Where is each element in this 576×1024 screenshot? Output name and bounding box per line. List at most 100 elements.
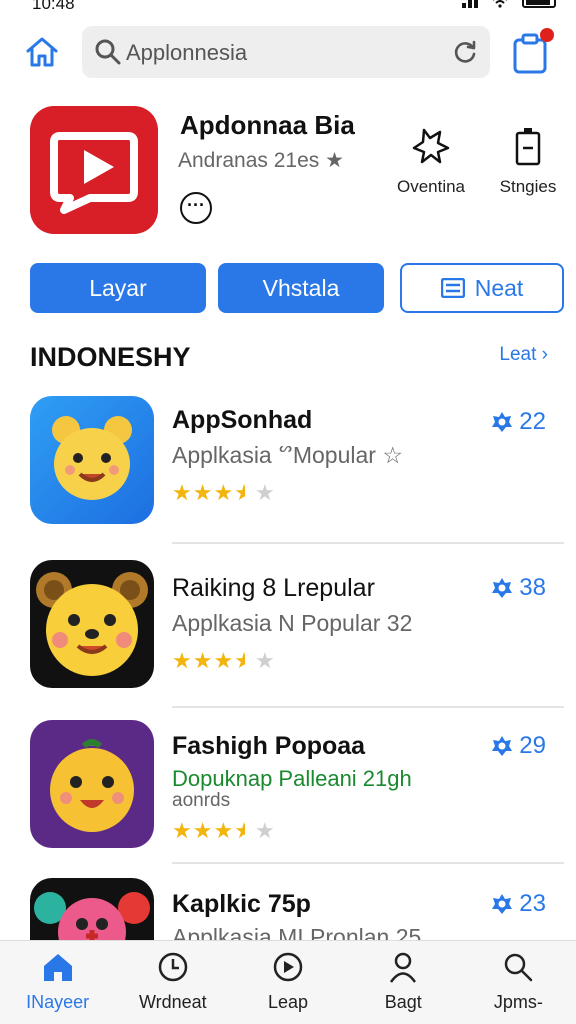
star-icon: ★	[172, 480, 192, 505]
featured-action-1[interactable]: Oventina	[386, 126, 476, 197]
star-icon: ★	[172, 818, 192, 843]
status-time: 10:48	[32, 0, 75, 13]
nav-tab-watch[interactable]: Wrdneat	[115, 941, 230, 1024]
nav-tab-label: Wrdneat	[138, 992, 207, 1012]
wifi-icon	[493, 0, 507, 8]
bear-icon[interactable]	[30, 396, 154, 524]
app-rating: 22	[491, 408, 546, 436]
featured-action-2-label: Stngies	[499, 177, 557, 196]
app-rating-value: 22	[519, 408, 546, 435]
list-item[interactable]: Raiking 8 Lrepular Applkasia N Popular 3…	[0, 560, 576, 710]
search-input[interactable]: Applonnesia	[82, 26, 490, 78]
top-bar: Applonnesia	[0, 26, 576, 78]
app-rating-value: 29	[519, 732, 546, 759]
star-icon: ★	[192, 648, 213, 673]
featured-app-subtitle: Andranas 21es ★	[178, 149, 344, 172]
clock-icon	[158, 952, 188, 982]
star-icon: ★	[192, 480, 213, 505]
app-extra: aonrds	[172, 790, 231, 811]
featured-app-title: Apdonnaa Bia	[180, 110, 355, 140]
nav-tab-leap[interactable]: Leap	[230, 941, 345, 1024]
status-icons	[462, 0, 556, 8]
neat-button[interactable]: Neat	[400, 263, 564, 313]
star-half-icon: ★	[234, 480, 254, 505]
featured-action-2[interactable]: Stngies	[490, 126, 566, 197]
app-name: AppSonhad	[172, 406, 313, 434]
star-half-icon: ★	[234, 818, 254, 843]
star-rating: ★ ★ ★ ★ ★	[172, 482, 275, 504]
neat-button-label: Neat	[474, 274, 524, 301]
star-rating: ★ ★ ★ ★ ★	[172, 650, 275, 672]
star-icon: ★	[254, 480, 275, 505]
bottom-nav: INayeer Wrdneat Leap Bagt Jpms-	[0, 940, 576, 1024]
star-icon: ★	[192, 818, 213, 843]
home-button[interactable]	[24, 34, 64, 74]
list-icon	[440, 278, 465, 298]
monster-icon[interactable]	[30, 878, 154, 940]
more-options-button[interactable]: ···	[180, 192, 212, 224]
nav-tab-label: Bagt	[384, 992, 422, 1012]
home-icon	[26, 37, 58, 67]
person-icon	[390, 952, 417, 983]
app-rating-value: 23	[519, 890, 546, 917]
star-icon: ★	[213, 818, 234, 843]
nav-tab-bag[interactable]: Bagt	[346, 941, 461, 1024]
play-icon	[50, 132, 138, 214]
star-icon: ★	[254, 648, 275, 673]
featured-action-1-label: Oventina	[396, 177, 466, 196]
nav-tab-search[interactable]: Jpms-	[461, 941, 576, 1024]
nav-tab-label: Jpms-	[493, 992, 543, 1012]
badge-icon	[492, 894, 513, 914]
app-description: Applkasia MI Pronlan 25	[172, 924, 422, 940]
downloads-button[interactable]	[512, 28, 554, 76]
home-icon	[43, 954, 72, 981]
nav-tab-label: INayeer	[26, 992, 90, 1012]
app-rating: 38	[491, 574, 546, 602]
app-name: Raiking 8 Lrepular	[172, 574, 375, 602]
status-bar: 10:48	[0, 0, 576, 14]
app-description: Applkasia N Popular 32	[172, 610, 413, 636]
search-icon	[505, 953, 533, 982]
star-icon: ★	[213, 648, 234, 673]
star-icon: ★	[172, 648, 192, 673]
nav-tab-label: Leap	[267, 992, 309, 1012]
compass-icon	[273, 952, 303, 982]
star-rating: ★ ★ ★ ★ ★	[172, 820, 275, 842]
battery-icon	[515, 128, 541, 166]
bear-face-icon[interactable]	[30, 560, 154, 688]
orange-face-icon[interactable]	[30, 720, 154, 848]
list-item[interactable]: AppSonhad Applkasia ᔥMopular ☆ ★ ★ ★ ★ ★ 22	[0, 396, 576, 546]
app-name: Fashigh Popoaa	[172, 732, 366, 760]
search-query: Applonnesia	[126, 40, 248, 65]
app-description: Dopuknap Palleani 21gh	[172, 766, 412, 791]
nav-tab-home[interactable]: INayeer	[0, 941, 115, 1024]
section-title: INDONESHY	[30, 342, 191, 372]
star-icon: ★	[254, 818, 275, 843]
star-half-icon: ★	[234, 648, 254, 673]
badge-icon	[492, 578, 513, 598]
signal-icon	[462, 0, 478, 8]
notification-badge	[540, 28, 554, 42]
app-rating: 29	[491, 732, 546, 760]
divider	[172, 542, 564, 544]
refresh-icon[interactable]	[452, 39, 478, 65]
layar-button-label: Layar	[89, 274, 147, 301]
see-all-link[interactable]: Leat ›	[499, 344, 548, 366]
featured-app[interactable]: Apdonnaa Bia Andranas 21es ★ ··· Oventin…	[0, 106, 576, 236]
app-rating: 23	[491, 890, 546, 918]
list-item[interactable]: Fashigh Popoaa Dopuknap Palleani 21gh ao…	[0, 720, 576, 870]
vhstala-button-label: Vhstala	[262, 274, 340, 301]
list-item[interactable]: Kaplkic 75p Applkasia MI Pronlan 25 23	[0, 878, 576, 940]
star-icon: ★	[213, 480, 234, 505]
layar-button[interactable]: Layar	[30, 263, 206, 313]
app-name: Kaplkic 75p	[172, 890, 311, 918]
vhstala-button[interactable]: Vhstala	[218, 263, 384, 313]
battery-icon	[522, 0, 556, 8]
divider	[172, 706, 564, 708]
search-icon	[95, 39, 121, 65]
app-rating-value: 38	[519, 574, 546, 601]
featured-app-icon[interactable]	[30, 106, 158, 234]
puzzle-icon	[412, 128, 450, 164]
badge-icon	[492, 412, 513, 432]
app-description: Applkasia ᔥMopular ☆	[172, 442, 403, 468]
